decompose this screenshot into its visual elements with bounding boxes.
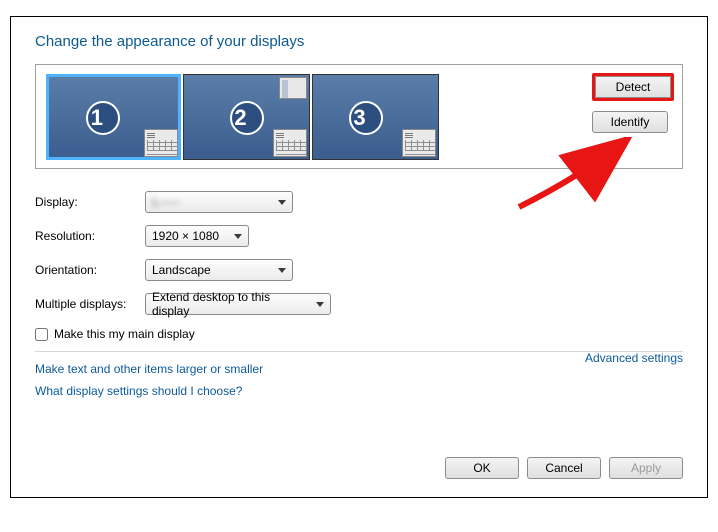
resolution-label: Resolution:	[35, 229, 145, 243]
calendar-icon	[402, 129, 436, 157]
cancel-button[interactable]: Cancel	[527, 457, 601, 479]
settings-form: Display: L----- Resolution: 1920 × 1080 …	[35, 191, 683, 315]
monitor-arrangement-area[interactable]: 1 2 3 Detect Identify	[35, 64, 683, 169]
monitor-1[interactable]: 1	[46, 74, 181, 160]
orientation-dropdown[interactable]: Landscape	[145, 259, 293, 281]
main-display-checkbox[interactable]	[35, 328, 48, 341]
monitor-2[interactable]: 2	[183, 74, 310, 160]
monitor-number-badge: 1	[86, 101, 120, 135]
main-display-row: Make this my main display	[35, 327, 683, 341]
display-dropdown[interactable]: L-----	[145, 191, 293, 213]
calendar-icon	[144, 129, 178, 157]
window-icon	[279, 77, 307, 99]
resolution-dropdown[interactable]: 1920 × 1080	[145, 225, 249, 247]
monitor-number-badge: 3	[349, 101, 383, 135]
highlight-annotation: Detect	[592, 73, 674, 101]
dialog-button-row: OK Cancel Apply	[445, 457, 683, 479]
orientation-label: Orientation:	[35, 263, 145, 277]
monitor-number-badge: 2	[230, 101, 264, 135]
identify-button[interactable]: Identify	[592, 111, 668, 133]
apply-button[interactable]: Apply	[609, 457, 683, 479]
ok-button[interactable]: OK	[445, 457, 519, 479]
main-display-label: Make this my main display	[54, 327, 195, 341]
monitor-row: 1 2 3	[46, 74, 439, 160]
multiple-displays-dropdown[interactable]: Extend desktop to this display	[145, 293, 331, 315]
what-settings-link[interactable]: What display settings should I choose?	[35, 384, 683, 398]
calendar-icon	[273, 129, 307, 157]
side-button-column: Detect Identify	[592, 73, 674, 133]
detect-button[interactable]: Detect	[595, 76, 671, 98]
display-label: Display:	[35, 195, 145, 209]
page-title: Change the appearance of your displays	[35, 33, 683, 50]
multiple-displays-label: Multiple displays:	[35, 297, 145, 311]
advanced-settings-link[interactable]: Advanced settings	[585, 351, 683, 365]
display-settings-panel: Change the appearance of your displays 1…	[10, 16, 708, 498]
monitor-3[interactable]: 3	[312, 74, 439, 160]
